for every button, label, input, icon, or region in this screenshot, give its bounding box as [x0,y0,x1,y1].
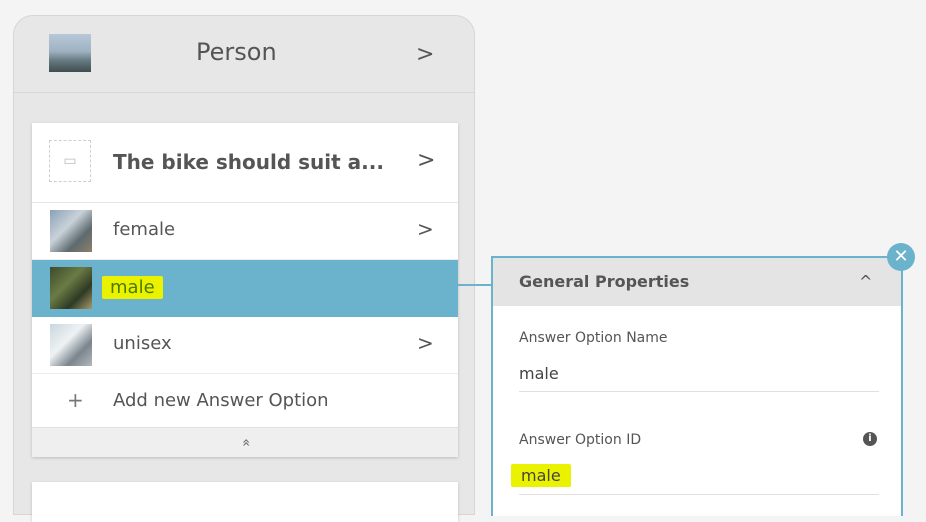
properties-title: General Properties [519,272,690,291]
properties-header[interactable]: General Properties ^ [493,258,901,306]
answer-label: male [102,276,163,299]
person-header[interactable]: Person > [14,16,474,93]
answer-thumbnail [50,324,92,366]
answer-row-unisex[interactable]: unisex > [32,317,458,374]
image-placeholder-icon[interactable]: ▭ [49,140,91,182]
answer-thumbnail [50,267,92,309]
answer-option-name-input[interactable]: male [519,364,559,383]
info-icon[interactable]: i [863,432,877,446]
chevron-right-icon[interactable]: > [417,331,434,355]
person-title: Person [196,38,277,66]
answer-label: unisex [113,333,172,354]
add-answer-option-button[interactable]: + Add new Answer Option [32,374,458,428]
person-thumbnail [49,34,91,72]
chevron-right-icon[interactable]: > [417,148,435,173]
chevron-right-icon[interactable]: > [416,42,434,67]
answer-row-male[interactable]: male [32,260,458,317]
answer-option-id-label: Answer Option ID [519,432,642,448]
answer-option-id-input[interactable]: male [511,464,571,487]
next-question-card [32,482,458,522]
add-answer-label: Add new Answer Option [113,390,329,411]
answer-row-female[interactable]: female > [32,203,458,260]
close-icon[interactable]: ✕ [887,243,915,271]
plus-icon: + [67,388,84,412]
chevron-right-icon[interactable]: > [417,217,434,241]
answer-label: female [113,219,176,240]
question-card: ▭ The bike should suit a... > female > m… [32,123,458,457]
double-chevron-up-icon: « [237,438,254,447]
general-properties-panel: General Properties ^ Answer Option Name … [491,256,903,516]
field-underline [519,391,879,392]
collapse-button[interactable]: « [32,428,458,457]
question-row[interactable]: ▭ The bike should suit a... > [32,123,458,203]
answer-option-name-label: Answer Option Name [519,330,668,346]
answer-thumbnail [50,210,92,252]
field-underline [519,494,879,495]
left-panel: Person > ▭ The bike should suit a... > f… [13,15,475,522]
connector-line [456,284,492,286]
caret-up-icon[interactable]: ^ [859,272,872,291]
question-title: The bike should suit a... [113,150,384,174]
